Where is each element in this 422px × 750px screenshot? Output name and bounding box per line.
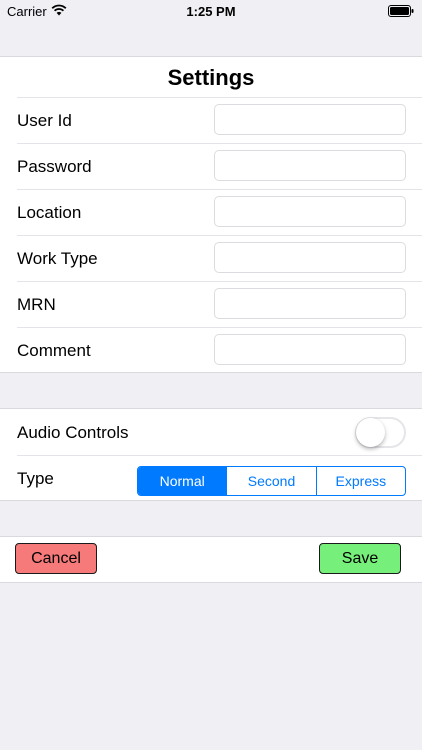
- user-id-row: User Id: [0, 97, 422, 143]
- row-divider: [17, 327, 422, 328]
- actions-section: Cancel Save: [0, 536, 422, 583]
- location-field[interactable]: [214, 196, 406, 227]
- save-button[interactable]: Save: [319, 543, 401, 574]
- location-label: Location: [17, 203, 82, 222]
- user-id-label: User Id: [17, 111, 72, 130]
- segment-express[interactable]: Express: [315, 467, 405, 495]
- work-type-field[interactable]: [214, 242, 406, 273]
- row-divider: [17, 143, 422, 144]
- mrn-row: MRN: [0, 281, 422, 327]
- toggle-knob: [356, 418, 385, 447]
- row-divider: [17, 235, 422, 236]
- work-type-label: Work Type: [17, 249, 98, 268]
- battery-icon: [388, 5, 414, 17]
- mrn-label: MRN: [17, 295, 56, 314]
- segment-second[interactable]: Second: [226, 467, 315, 495]
- row-divider: [17, 281, 422, 282]
- settings-section: Settings User Id Password Location Work …: [0, 56, 422, 373]
- type-label: Type: [17, 469, 54, 488]
- password-field[interactable]: [214, 150, 406, 181]
- page-title: Settings: [167, 65, 255, 90]
- row-divider: [17, 97, 422, 98]
- cancel-button[interactable]: Cancel: [15, 543, 97, 574]
- status-time: 1:25 PM: [186, 4, 236, 19]
- segment-normal[interactable]: Normal: [138, 467, 227, 495]
- comment-field[interactable]: [214, 334, 406, 365]
- user-id-field[interactable]: [214, 104, 406, 135]
- password-row: Password: [0, 143, 422, 189]
- audio-controls-label: Audio Controls: [17, 423, 129, 442]
- password-label: Password: [17, 157, 92, 176]
- location-row: Location: [0, 189, 422, 235]
- work-type-row: Work Type: [0, 235, 422, 281]
- audio-controls-row: Audio Controls: [0, 409, 422, 455]
- comment-label: Comment: [17, 341, 91, 360]
- type-segmented-control: Normal Second Express: [137, 466, 406, 496]
- comment-row: Comment: [0, 327, 422, 373]
- type-row: Type Normal Second Express: [0, 455, 422, 501]
- row-divider: [17, 189, 422, 190]
- status-bar: Carrier 1:25 PM: [0, 0, 422, 22]
- row-divider: [17, 455, 422, 456]
- audio-controls-toggle[interactable]: [355, 417, 406, 448]
- settings-header: Settings: [0, 57, 422, 97]
- audio-section: Audio Controls Type Normal Second Expres…: [0, 408, 422, 501]
- mrn-field[interactable]: [214, 288, 406, 319]
